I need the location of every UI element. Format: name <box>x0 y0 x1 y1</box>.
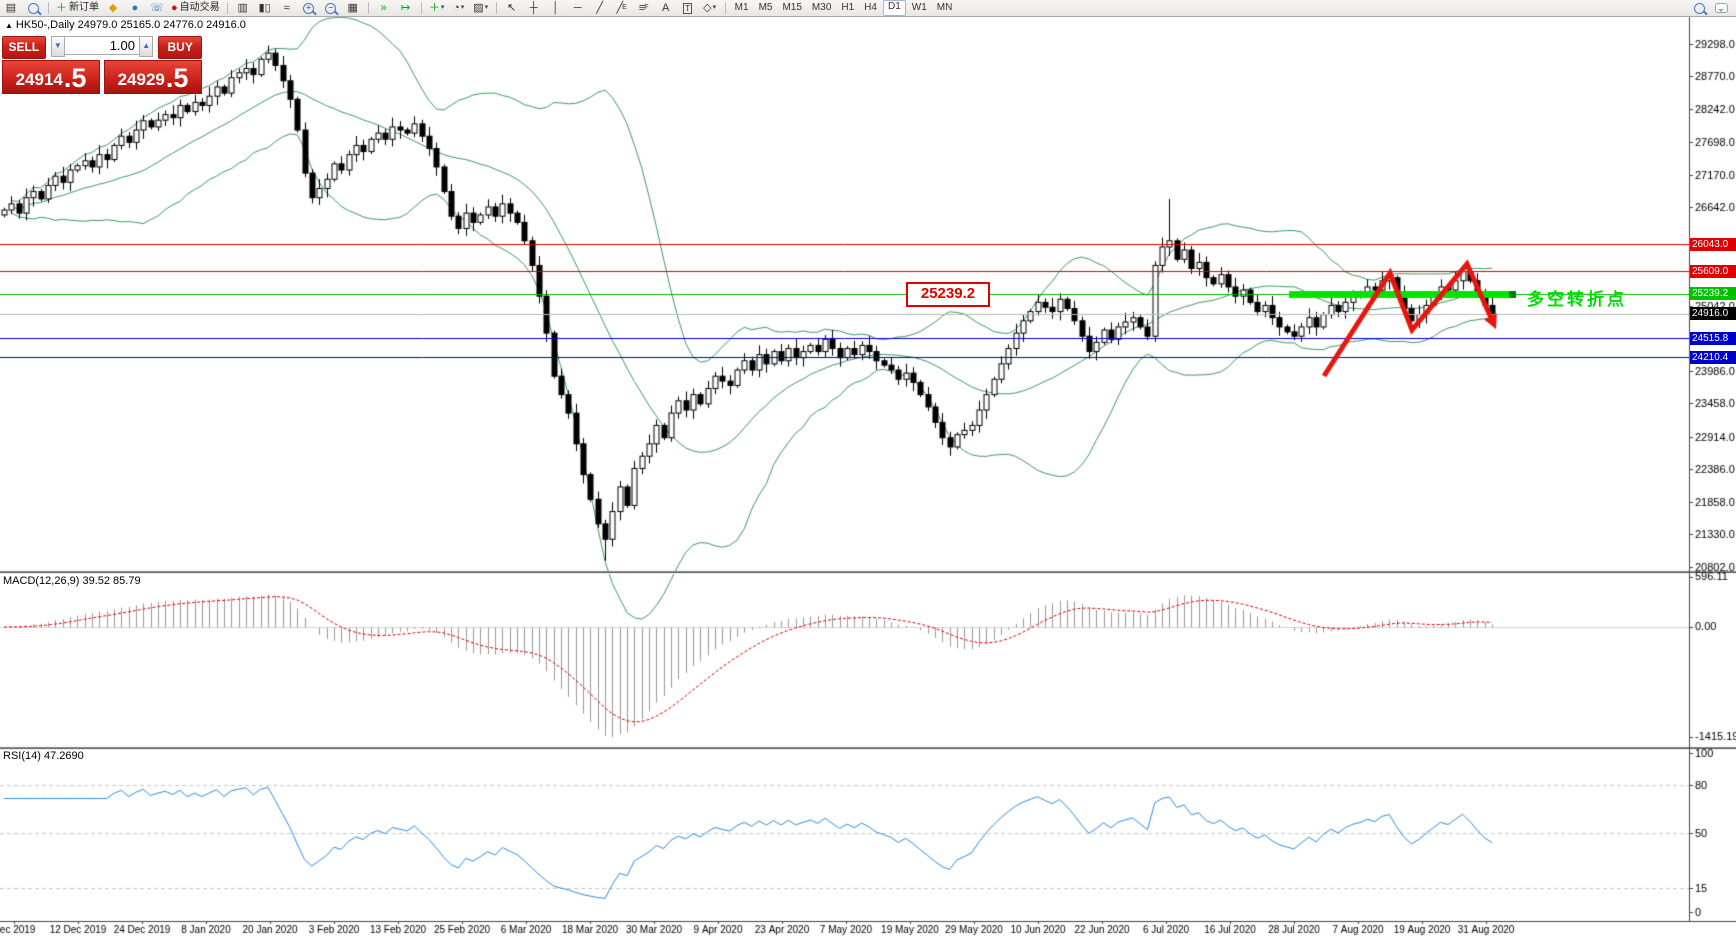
chart-title-text: HK50-,Daily 24979.0 25165.0 24776.0 2491… <box>15 19 246 31</box>
toolbar-separator <box>495 2 497 14</box>
chat-icon[interactable] <box>1711 1 1731 15</box>
toolbar-separator <box>367 2 369 14</box>
buy-price[interactable]: 24929 .5 <box>104 60 202 94</box>
zoom-in-icon[interactable]: + <box>299 1 319 15</box>
chart-window-icon[interactable]: ▤ <box>1 1 21 15</box>
crosshair-icon[interactable]: ┼ <box>524 1 544 15</box>
indicators-button[interactable]: ＋ ▾ <box>427 1 447 15</box>
down-arrow-icon: ▼ <box>53 41 62 50</box>
main-toolbar: ▤ ＋ 新订单 ◆ ● ☏ ● 自动交易 ▥ ▮▯ ≈ + − ▦ » ↦ ＋ … <box>0 0 1736 17</box>
chart-title: ▲ HK50-,Daily 24979.0 25165.0 24776.0 249… <box>5 19 246 31</box>
autotrading-icon: ● <box>171 2 178 14</box>
buy-button[interactable]: BUY <box>158 36 202 59</box>
tab-h1[interactable]: H1 <box>837 1 858 15</box>
tab-mn[interactable]: MN <box>933 1 957 15</box>
cursor-icon[interactable]: ↖ <box>502 1 522 15</box>
clock-icon: ◔ <box>453 2 460 14</box>
chart-shift-icon[interactable]: ↦ <box>396 1 416 15</box>
horizontal-line-icon[interactable]: ─ <box>568 1 588 15</box>
new-order-label: 新订单 <box>69 2 99 13</box>
auto-scroll-icon[interactable]: » <box>374 1 394 15</box>
up-arrow-icon: ▲ <box>142 41 151 50</box>
volume-increase-button[interactable]: ▲ <box>139 36 154 57</box>
chevron-down-icon: ▾ <box>440 4 445 11</box>
axis-price-box: 25609.0 <box>1690 265 1736 278</box>
toolbar-separator <box>48 2 49 14</box>
axis-price-box: 24515.8 <box>1690 332 1736 345</box>
macd-label: MACD(12,26,9) 39.52 85.79 <box>3 575 141 587</box>
volume-input[interactable] <box>65 36 139 55</box>
axis-price-box: 24210.4 <box>1690 351 1736 364</box>
new-order-button[interactable]: ＋ 新订单 <box>54 1 101 15</box>
channel-sub: E <box>622 4 627 11</box>
tile-windows-icon[interactable]: ▦ <box>343 1 363 15</box>
toolbar-separator <box>724 2 726 14</box>
periods-button[interactable]: ◔ ▾ <box>449 1 469 15</box>
line-chart-icon[interactable]: ≈ <box>277 1 297 15</box>
trendline-icon[interactable]: ╱ <box>590 1 610 15</box>
mt4-window: ▤ ＋ 新订单 ◆ ● ☏ ● 自动交易 ▥ ▮▯ ≈ + − ▦ » ↦ ＋ … <box>0 0 1736 937</box>
candlestick-chart-icon[interactable]: ▮▯ <box>255 1 275 15</box>
templates-button[interactable]: ▨ ▾ <box>471 1 491 15</box>
buy-price-frac: .5 <box>165 63 189 93</box>
sell-price-main: 24914 <box>15 70 63 89</box>
autotrading-button[interactable]: ● 自动交易 <box>169 1 222 15</box>
styles-icon[interactable]: ◆ <box>103 1 123 15</box>
autotrading-label: 自动交易 <box>179 2 220 13</box>
chevron-down-icon: ▾ <box>460 4 465 11</box>
symbol-marker-icon: ▲ <box>5 21 13 30</box>
zoom-out-icon[interactable]: − <box>321 1 341 15</box>
level-price-callout[interactable]: 25239.2 <box>906 282 990 307</box>
label-glyph: T <box>683 2 693 14</box>
toolbar-separator <box>226 2 228 14</box>
fibo-sub: F <box>644 4 649 11</box>
tab-m30[interactable]: M30 <box>808 1 835 15</box>
text-tool-icon[interactable]: A <box>656 1 676 15</box>
tab-m1[interactable]: M1 <box>731 1 753 15</box>
buy-price-main: 24929 <box>117 70 165 89</box>
template-icon: ▨ <box>473 2 484 14</box>
toolbar-separator <box>420 2 422 14</box>
profile-icon[interactable]: ● <box>125 1 145 15</box>
turning-point-annotation[interactable]: 多空转折点 <box>1527 285 1627 310</box>
market-watch-icon[interactable] <box>23 1 43 15</box>
sell-price[interactable]: 24914 .5 <box>2 60 100 94</box>
tab-m5[interactable]: M5 <box>755 1 777 15</box>
axis-price-box: 26043.0 <box>1690 238 1736 251</box>
indicators-plus-icon: ＋ <box>428 2 440 14</box>
tab-h4[interactable]: H4 <box>860 1 881 15</box>
tab-d1[interactable]: D1 <box>882 0 906 16</box>
one-click-trading-panel: SELL ▼ ▲ BUY 24914 .5 24929 .5 <box>2 36 202 94</box>
objects-glyph: ◇ <box>703 2 712 14</box>
tab-w1[interactable]: W1 <box>908 1 931 15</box>
vertical-line-icon[interactable]: │ <box>546 1 566 15</box>
tab-m15[interactable]: M15 <box>778 1 805 15</box>
price-chart-canvas[interactable] <box>0 0 1736 937</box>
bar-chart-icon[interactable]: ▥ <box>233 1 253 15</box>
chevron-down-icon: ▾ <box>712 4 717 11</box>
new-order-plus-icon: ＋ <box>56 2 67 14</box>
rsi-label: RSI(14) 47.2690 <box>3 750 84 762</box>
volume-decrease-button[interactable]: ▼ <box>50 36 65 57</box>
objects-button[interactable]: ◇ ▾ <box>700 1 720 15</box>
axis-price-box: 25239.2 <box>1690 287 1736 300</box>
signal-icon[interactable]: ☏ <box>147 1 167 15</box>
equidistant-channel-icon[interactable]: ╱ E <box>612 1 632 15</box>
fibonacci-icon[interactable]: ≡ F <box>634 1 654 15</box>
sell-price-frac: .5 <box>63 63 87 93</box>
search-icon[interactable] <box>1689 1 1709 15</box>
chevron-down-icon: ▾ <box>484 4 489 11</box>
text-label-tool-icon[interactable]: T <box>678 1 698 15</box>
sell-button[interactable]: SELL <box>2 36 46 59</box>
axis-price-box-current: 24916.0 <box>1690 307 1736 320</box>
